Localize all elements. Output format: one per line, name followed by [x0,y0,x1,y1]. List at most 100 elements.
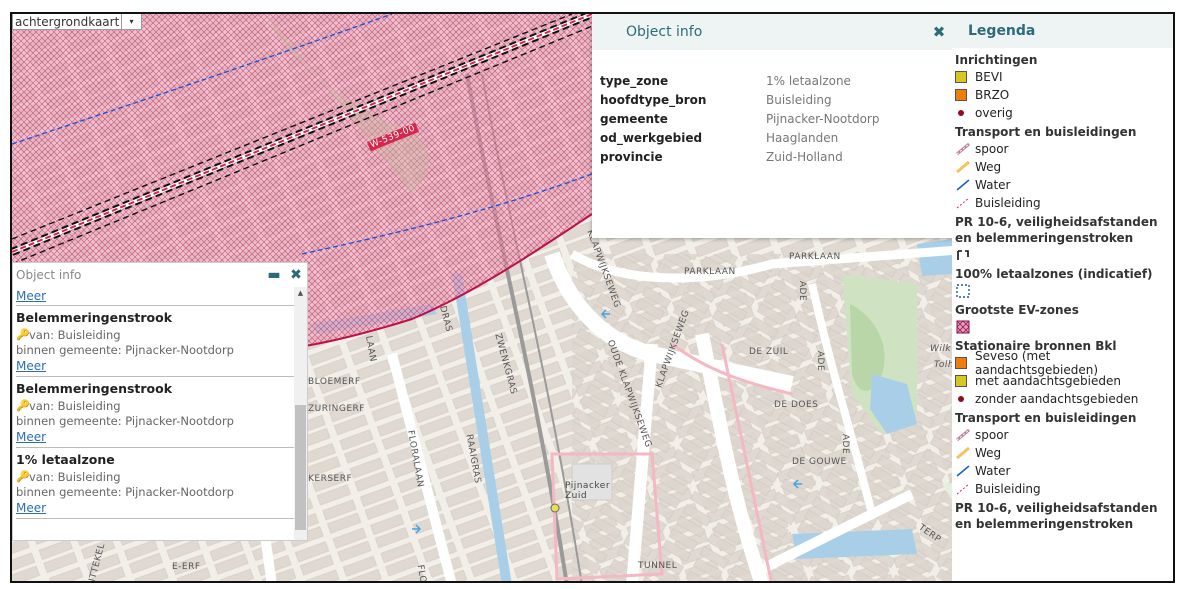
legend-item-spoor: spoor [955,140,1173,158]
legend-section-transport-2: Transport en buisleidingen [955,411,1137,425]
rail-line-icon [956,142,970,156]
list-item: 1% letaalzone 🔑 van: Buisleiding binnen g… [16,447,295,518]
attribute-key: hoofdtype_bron [600,92,707,107]
legend-item-pr-symbol [955,246,1173,264]
rail-line-icon [956,428,970,442]
legend-item-buisleiding-2: Buisleiding [955,480,1173,498]
legend-label: Water [975,178,1011,192]
legend-section-pr-2: PR 10-6, veiligheidsafstanden en belemme… [955,501,1158,531]
hatched-square-icon [956,320,970,334]
legend-item-letaal100-symbol [955,282,1173,300]
attribute-row: gemeente Pijnacker-Nootdorp [600,109,879,128]
attribute-value: Zuid-Holland [766,149,843,164]
list-item: Belemmeringenstrook 🔑 van: Buisleiding bi… [16,376,295,447]
panel-title: Object info [16,268,82,282]
attribute-row: provincie Zuid-Holland [600,147,879,166]
legend-item-spoor-2: spoor [955,426,1173,444]
chevron-down-icon[interactable]: ▾ [121,14,141,29]
legend-item-zonder: zonder aandachtsgebieden [955,390,1173,408]
legend-label: BEVI [975,70,1003,84]
basemap-select-value: achtergrondkaart [15,14,120,29]
list-item: Belemmeringenstrook 🔑 van: Buisleiding bi… [16,305,295,376]
dashed-square-icon [956,284,970,298]
attribute-row: od_werkgebied Haaglanden [600,128,879,147]
legend-panel: Legenda Inrichtingen BEVI BRZO overig Tr… [952,14,1173,581]
attribute-value: Pijnacker-Nootdorp [766,111,880,126]
legend-content: Inrichtingen BEVI BRZO overig Transport … [952,48,1173,532]
item-municipality: binnen gemeente: Pijnacker-Nootdorp [16,413,234,428]
legend-label: Buisleiding [975,482,1041,496]
street-label: ADE [840,433,851,455]
basemap-select[interactable]: achtergrondkaart ▾ [12,14,142,30]
item-name: 1% letaalzone [16,452,115,467]
meer-link[interactable]: Meer [16,499,295,517]
place-label: Pijnacker Zuid [565,481,611,501]
attribute-value: Buisleiding [766,92,832,107]
app-frame: PARKLAAN PARKLAAN ADE ADE ADE DE ZUIL DE… [10,12,1175,583]
minimize-icon[interactable]: ▬ [263,267,285,283]
attribute-key: od_werkgebied [600,130,703,145]
street-label: DE ZUIL [749,347,789,357]
legend-label: Buisleiding [975,196,1041,210]
item-municipality: binnen gemeente: Pijnacker-Nootdorp [16,484,234,499]
brzo-swatch [955,89,967,101]
attribute-value: Haaglanden [766,130,839,145]
street-label: DE GOUWE [792,457,847,467]
legend-item-brzo: BRZO [955,86,1173,104]
pipeline-line-icon [956,197,970,209]
street-label: PARKLAAN [684,267,736,277]
dot-icon [958,110,964,116]
legend-label: spoor [975,142,1009,156]
item-source: 🔑 van: Buisleiding [16,398,295,413]
close-icon[interactable]: ✖ [924,23,954,41]
legend-title: Legenda [952,14,1173,48]
meer-link[interactable]: Meer [16,428,295,446]
object-list: Meer Belemmeringenstrook 🔑 van: Buisleidi… [13,287,295,540]
legend-label: zonder aandachtsgebieden [975,392,1139,406]
legend-item-water-2: Water [955,462,1173,480]
legend-label: Weg [975,446,1002,460]
item-source: 🔑 van: Buisleiding [16,327,295,342]
legend-section-pr: PR 10-6, veiligheidsafstanden en belemme… [955,215,1158,245]
legend-item-ev-symbol [955,318,1173,336]
attribute-row: type_zone 1% letaalzone [600,71,879,90]
attribute-key: provincie [600,149,663,164]
legend-item-weg: Weg [955,158,1173,176]
bevi-swatch [955,71,967,83]
item-municipality: binnen gemeente: Pijnacker-Nootdorp [16,342,234,357]
legend-label: met aandachtsgebieden [975,374,1121,388]
water-line-icon [956,465,970,477]
scroll-up-icon[interactable]: ▲ [294,287,307,300]
key-icon: 🔑 [16,470,30,483]
object-list-panel: Object info ▬ ✖ Meer Belemmeringenstrook… [12,262,308,541]
attribute-row: hoofdtype_bron Buisleiding [600,90,879,109]
item-name: Belemmeringenstrook [16,310,173,325]
street-label: BLOEMERF [308,377,361,387]
panel-header: Object info ▬ ✖ [13,263,307,287]
legend-label: Water [975,464,1011,478]
road-line-icon [956,160,970,174]
street-label: ADE [815,350,826,372]
attribute-key: gemeente [600,111,668,126]
scrollbar[interactable]: ▲ [294,287,307,540]
key-icon: 🔑 [16,399,30,412]
meer-link[interactable]: Meer [16,357,295,375]
meer-link[interactable]: Meer [16,287,295,305]
scrollbar-thumb[interactable] [295,405,306,530]
list-divider [16,518,295,524]
popup-header: Object info ✖ [592,14,954,50]
legend-section-transport: Transport en buisleidingen [955,125,1137,139]
water-line-icon [956,179,970,191]
item-source-text: van: Buisleiding [29,469,121,484]
street-label: DE DOES [774,400,819,410]
legend-label: overig [975,106,1013,120]
attribute-table: type_zone 1% letaalzone hoofdtype_bron Bui… [600,71,879,166]
legend-section-inrichtingen: Inrichtingen [955,53,1038,67]
popup-title: Object info [626,24,703,40]
object-info-popup: Object info ✖ type_zone 1% letaalzone hoo… [592,14,954,238]
close-icon[interactable]: ✖ [285,267,307,283]
pipeline-line-icon [956,483,970,495]
legend-item-bevi: BEVI [955,68,1173,86]
bracket-icon [957,250,969,260]
place-label: Wilk [930,344,952,354]
